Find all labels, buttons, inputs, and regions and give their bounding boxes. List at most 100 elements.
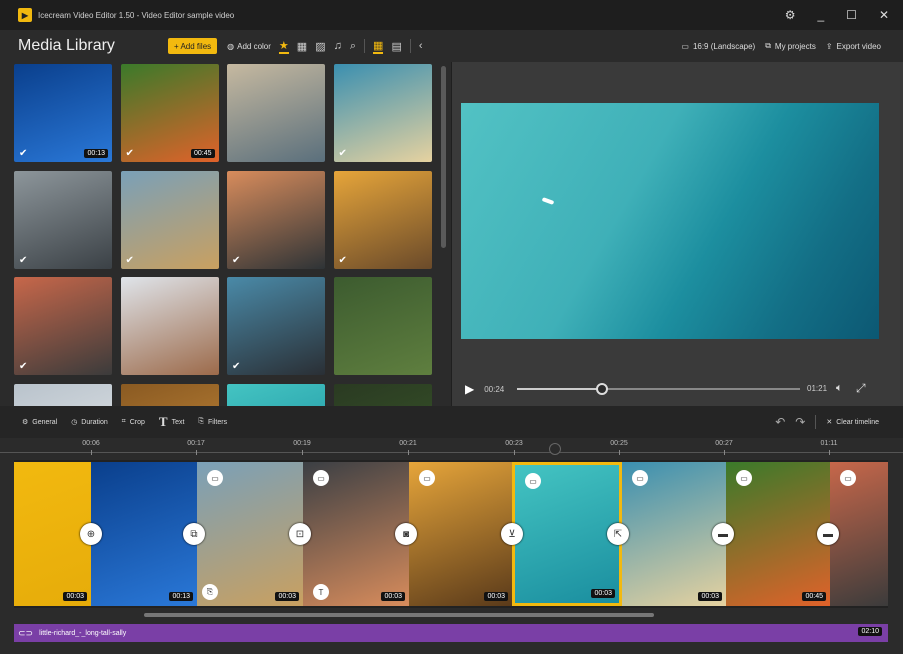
star-icon[interactable]: ★ [278,39,289,54]
video-icon[interactable]: ▦ [297,40,307,53]
media-item[interactable]: ✔ [14,277,112,375]
export-label: Export video [836,41,881,51]
media-item[interactable] [14,383,112,406]
title-bar: ▶ Icecream Video Editor 1.50 - Video Edi… [0,0,903,30]
collapse-icon[interactable]: ‹ [419,40,423,52]
aspect-ratio-label: 16:9 (Landscape) [692,41,756,51]
timeline-clip[interactable]: ▭ 00:03 T [303,462,409,606]
media-item[interactable] [333,277,432,375]
transition-zoom-icon[interactable]: ⊕ [80,523,102,545]
media-item[interactable] [227,64,325,162]
ruler-tick [91,450,92,455]
crop-icon: ⌗ [121,418,126,425]
aspect-fit-icon[interactable]: ▭ [419,470,435,486]
media-item[interactable]: ✔ [227,277,325,375]
playhead-handle[interactable] [549,443,561,455]
media-item[interactable]: ✔ [14,170,112,269]
undo-icon[interactable]: ↶ [775,415,785,429]
filter-applied-icon[interactable]: ⎘ [202,584,218,600]
close-button[interactable]: ✕ [879,8,889,22]
media-item[interactable] [227,383,325,406]
media-grid: ✔ 00:13 ✔ 00:45 ✔ ✔ ✔ ✔ ✔ ✔ ✔ [14,62,438,406]
ruler-tick-label: 00:19 [293,440,311,447]
aspect-fit-icon[interactable]: ▭ [736,470,752,486]
media-item[interactable]: ✔ [227,170,325,269]
ruler-tick-label: 00:25 [610,440,628,447]
timeline-clip[interactable]: ▭ 00:45 [726,462,830,606]
filters-label: Filters [208,418,228,426]
checkmark-icon: ✔ [19,148,28,159]
media-item[interactable]: ✔ [333,64,432,162]
media-item[interactable] [120,277,219,375]
add-files-button[interactable]: + Add files [168,38,218,54]
fullscreen-icon[interactable]: ⤢ [856,381,866,396]
transition-share-icon[interactable]: ⇱ [607,523,629,545]
music-icon[interactable]: ♫ [334,40,342,52]
play-button[interactable]: ▶ [465,382,474,396]
aspect-fit-icon[interactable]: ▭ [207,470,223,486]
timeline-scrollbar[interactable] [14,609,888,621]
text-overlay-icon[interactable]: T [313,584,329,600]
add-color-button[interactable]: ◍ Add color [227,42,271,51]
library-scrollbar[interactable] [441,66,446,248]
timeline-clip[interactable]: 00:13 [91,462,197,606]
actions-separator [815,415,817,429]
maximize-button[interactable]: ☐ [846,8,857,22]
clock-icon: ◷ [71,419,78,426]
media-item[interactable]: ✔ 00:13 [14,64,112,162]
media-item[interactable]: ✔ 00:45 [120,64,219,162]
seek-bar[interactable] [517,383,800,395]
duration-button[interactable]: ◷ Duration [71,418,108,427]
aspect-fit-icon[interactable]: ▭ [840,470,856,486]
minimize-button[interactable]: _ [817,8,824,22]
ruler-tick-label: 00:17 [187,440,205,447]
media-item[interactable] [333,383,432,406]
aspect-ratio-button[interactable]: ▭ 16:9 (Landscape) [681,42,755,51]
clear-timeline-button[interactable]: ✕ Clear timeline [826,418,879,427]
aspect-fit-icon[interactable]: ▭ [632,470,648,486]
transition-crop-icon[interactable]: ⊡ [289,523,311,545]
transition-minus-icon[interactable]: ▬ [712,523,734,545]
media-item[interactable]: ✔ [333,170,432,269]
timeline-scroll-thumb[interactable] [144,613,654,617]
audio-track[interactable]: ⊂⊃ little-richard_-_long-tall-sally 02:1… [14,624,888,642]
media-duration: 00:13 [84,149,108,158]
image-icon[interactable]: ▨ [315,40,325,53]
media-item[interactable] [120,383,219,406]
text-button[interactable]: T Text [159,414,185,430]
aspect-fit-icon[interactable]: ▭ [313,470,329,486]
crop-button[interactable]: ⌗ Crop [122,418,145,426]
timeline-ruler[interactable]: 00:06 00:17 00:19 00:21 00:23 00:25 00:27 01:11 [0,438,903,460]
filters-button[interactable]: ⎘ Filters [198,418,227,426]
media-item[interactable]: ✔ [120,170,219,269]
aspect-fit-icon[interactable]: ▭ [525,473,541,489]
clip-duration: 00:03 [275,592,299,601]
library-header: Media Library + Add files ◍ Add color ★ … [0,30,451,62]
timeline-clip[interactable]: ▭ 00:03 [512,462,622,606]
general-label: General [32,418,58,426]
transition-copy-icon[interactable]: ⧉ [183,523,205,545]
timeline-clip[interactable]: ▭ 00:03 [409,462,512,606]
video-preview[interactable] [461,103,879,339]
settings-icon[interactable]: ⚙ [785,8,796,22]
grid-small-icon[interactable]: ▤ [391,40,401,53]
transition-minus-icon[interactable]: ▬ [817,523,839,545]
transition-camera-icon[interactable]: ◙ [395,523,417,545]
filters-icon: ⎘ [198,418,205,425]
my-projects-label: My projects [774,41,816,51]
volume-icon[interactable]: 🔈︎ [836,382,843,395]
search-icon[interactable]: ⌕ [350,40,356,53]
general-button[interactable]: ⚙ General [22,418,58,427]
export-button[interactable]: ⇪ Export video [826,42,881,51]
grid-large-icon[interactable]: ▦ [373,39,384,54]
transition-download-icon[interactable]: ⊻ [501,523,523,545]
current-time: 00:24 [484,384,505,394]
total-time: 01:21 [807,384,828,393]
redo-icon[interactable]: ↷ [795,415,805,429]
checkmark-icon: ✔ [232,361,241,372]
timeline-clip[interactable]: ▭ 00:03 ⎘ [197,462,303,606]
seek-handle[interactable] [595,383,608,395]
timeline-clip[interactable]: ▭ 00:03 [622,462,726,606]
text-label: Text [171,418,185,426]
my-projects-button[interactable]: ⧉ My projects [765,41,816,51]
